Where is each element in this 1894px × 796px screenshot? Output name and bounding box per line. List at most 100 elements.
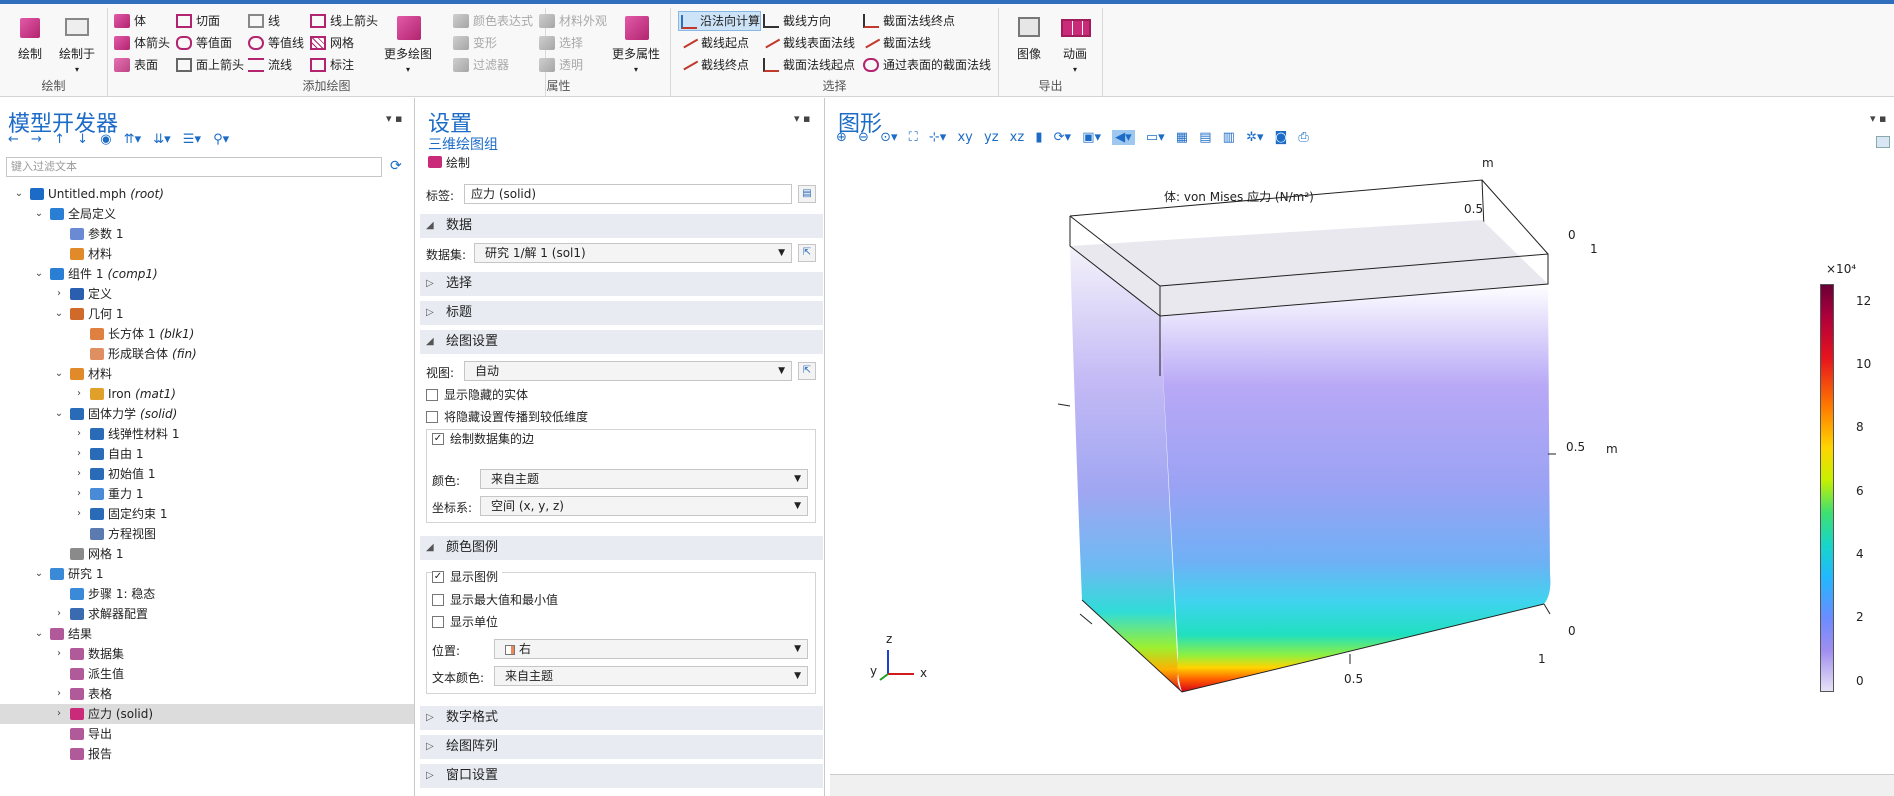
- select-mode-icon[interactable]: ◀▾: [1112, 130, 1135, 145]
- render-icon[interactable]: ✲▾: [1246, 130, 1263, 145]
- tree-node-root[interactable]: ⌄ Untitled.mph (root): [0, 184, 414, 204]
- back-icon[interactable]: ←: [8, 132, 19, 147]
- tree-node-definitions[interactable]: › 定义: [0, 284, 414, 304]
- tree-node-geometry[interactable]: ⌄ 几何 1: [0, 304, 414, 324]
- filter-button[interactable]: 过滤器: [451, 55, 509, 75]
- view-goto-icon[interactable]: ⇱: [798, 362, 816, 380]
- tree-node-export[interactable]: 导出: [0, 724, 414, 744]
- expand-chevron-icon[interactable]: ›: [74, 464, 84, 484]
- show-icon[interactable]: ◉: [100, 132, 111, 147]
- surface-arrow-button[interactable]: 面上箭头: [174, 55, 244, 75]
- light-icon[interactable]: ▮: [1035, 130, 1042, 145]
- animation-button[interactable]: 动画 ▾: [1053, 14, 1097, 78]
- pin-tool-icon[interactable]: ⚲▾: [213, 132, 229, 147]
- panel-menu-icon[interactable]: ▾ ▪: [386, 112, 402, 125]
- collapse-chevron-icon[interactable]: ⌄: [34, 264, 44, 284]
- collapse-chevron-icon[interactable]: ⌄: [54, 304, 64, 324]
- collapse-chevron-icon[interactable]: ⌄: [34, 204, 44, 224]
- more-attributes-button[interactable]: 更多属性 ▾: [607, 14, 665, 78]
- tree-node-component[interactable]: ⌄ 组件 1 (comp1): [0, 264, 414, 284]
- expand-chevron-icon[interactable]: ›: [54, 684, 64, 704]
- tree-node-free[interactable]: › 自由 1: [0, 444, 414, 464]
- expand-chevron-icon[interactable]: ›: [54, 284, 64, 304]
- tree-node-gravity[interactable]: › 重力 1: [0, 484, 414, 504]
- collapse-chevron-icon[interactable]: ⌄: [14, 184, 24, 204]
- collapse-chevron-icon[interactable]: ⌄: [54, 404, 64, 424]
- dataset-goto-icon[interactable]: ⇱: [798, 244, 816, 262]
- view-select[interactable]: 自动 ▼: [464, 361, 792, 381]
- tree-node-parameters[interactable]: 参数 1: [0, 224, 414, 244]
- camera-icon[interactable]: ◙: [1275, 130, 1288, 145]
- expand-icon[interactable]: ⇊▾: [153, 132, 170, 147]
- print-icon[interactable]: ⎙: [1298, 130, 1308, 145]
- line-arrow-button[interactable]: 线上箭头: [308, 11, 378, 31]
- image-button[interactable]: 图像: [1009, 14, 1049, 62]
- tree-node-tables[interactable]: › 表格: [0, 684, 414, 704]
- section-color-legend[interactable]: ◢ 颜色图例: [420, 536, 823, 560]
- expand-chevron-icon[interactable]: ›: [54, 604, 64, 624]
- section-plot-settings[interactable]: ◢ 绘图设置: [420, 330, 823, 354]
- propagate-hidden-checkbox[interactable]: 将隐藏设置传播到较低维度: [426, 410, 588, 426]
- line-button[interactable]: 线: [246, 11, 280, 31]
- graphics-menu-icon[interactable]: ▾ ▪: [1870, 112, 1886, 125]
- color-select[interactable]: 来自主题 ▼: [480, 469, 808, 489]
- settings-menu-icon[interactable]: ▾ ▪: [794, 112, 810, 125]
- section-data[interactable]: ◢ 数据: [420, 214, 823, 238]
- tree-node-global-definitions[interactable]: ⌄ 全局定义: [0, 204, 414, 224]
- streamline-button[interactable]: 流线: [246, 55, 292, 75]
- expand-chevron-icon[interactable]: ›: [54, 644, 64, 664]
- tree-node-materials[interactable]: ⌄ 材料: [0, 364, 414, 384]
- axis-icon[interactable]: ⊹▾: [929, 130, 946, 145]
- zoom-box-icon[interactable]: ⊙▾: [880, 130, 897, 145]
- collapse-chevron-icon[interactable]: ⌄: [54, 364, 64, 384]
- settings-plot-button[interactable]: 绘制: [428, 154, 470, 171]
- grid-icon[interactable]: ▦: [1176, 130, 1188, 145]
- plot-button[interactable]: 绘制: [10, 14, 50, 62]
- slice-button[interactable]: 切面: [174, 11, 220, 31]
- tree-node-equation-view[interactable]: 方程视图: [0, 524, 414, 544]
- zoom-in-icon[interactable]: ⊕: [836, 130, 847, 145]
- table-icon[interactable]: ▤: [1199, 130, 1211, 145]
- show-legend-checkbox[interactable]: ✓ 显示图例: [432, 570, 503, 586]
- through-surface-plane-button[interactable]: 通过表面的截面法线: [861, 55, 991, 75]
- list-icon[interactable]: ☰▾: [183, 132, 201, 147]
- tree-node-derived-values[interactable]: 派生值: [0, 664, 414, 684]
- deformation-button[interactable]: 变形: [451, 33, 497, 53]
- tree-node-linear-elastic[interactable]: › 线弹性材料 1: [0, 424, 414, 444]
- mesh-button[interactable]: 网格: [308, 33, 354, 53]
- material-appearance-button[interactable]: 材料外观: [537, 11, 607, 31]
- tree-node-datasets[interactable]: › 数据集: [0, 644, 414, 664]
- zoom-extents-icon[interactable]: ⛶: [909, 130, 918, 145]
- label-edit-icon[interactable]: ▤: [798, 185, 816, 203]
- tree-node-form-union[interactable]: 形成联合体 (fin): [0, 344, 414, 364]
- tree-node-results[interactable]: ⌄ 结果: [0, 624, 414, 644]
- tree-node-solver-config[interactable]: › 求解器配置: [0, 604, 414, 624]
- color-expression-button[interactable]: 颜色表达式: [451, 11, 533, 31]
- expand-chevron-icon[interactable]: ›: [74, 444, 84, 464]
- forward-icon[interactable]: →: [31, 132, 42, 147]
- line-end-button[interactable]: 截线终点: [679, 54, 749, 75]
- plane-normal-button[interactable]: 截面法线: [861, 32, 931, 53]
- rotate-icon[interactable]: ⟳▾: [1054, 130, 1071, 145]
- surface-button[interactable]: 表面: [112, 55, 158, 75]
- tree-node-solid-mechanics[interactable]: ⌄ 固体力学 (solid): [0, 404, 414, 424]
- line-surface-normal-button[interactable]: 截线表面法线: [761, 32, 855, 53]
- plot-edges-checkbox[interactable]: ✓ 绘制数据集的边: [432, 432, 539, 448]
- view-options-icon[interactable]: ▭▾: [1146, 130, 1165, 145]
- tree-node-initial-values[interactable]: › 初始值 1: [0, 464, 414, 484]
- plane-normal-end-button[interactable]: 截面法线终点: [861, 11, 955, 31]
- plot-in-button[interactable]: 绘制于 ▾: [52, 14, 102, 78]
- contour-button[interactable]: 等值线: [246, 33, 304, 53]
- show-maxmin-checkbox[interactable]: 显示最大值和最小值: [432, 593, 558, 609]
- collapse-icon[interactable]: ⇈▾: [124, 132, 141, 147]
- expand-chevron-icon[interactable]: ›: [74, 484, 84, 504]
- tree-node-iron[interactable]: › Iron (mat1): [0, 384, 414, 404]
- section-number-format[interactable]: ▷ 数字格式: [420, 706, 823, 730]
- tree-node-reports[interactable]: 报告: [0, 744, 414, 764]
- section-plot-array[interactable]: ▷ 绘图阵列: [420, 735, 823, 759]
- section-window-settings[interactable]: ▷ 窗口设置: [420, 764, 823, 788]
- volume-button[interactable]: 体: [112, 11, 146, 31]
- collapse-chevron-icon[interactable]: ⌄: [34, 564, 44, 584]
- tree-node-global-materials[interactable]: 材料: [0, 244, 414, 264]
- dataset-select[interactable]: 研究 1/解 1 (sol1) ▼: [474, 243, 792, 263]
